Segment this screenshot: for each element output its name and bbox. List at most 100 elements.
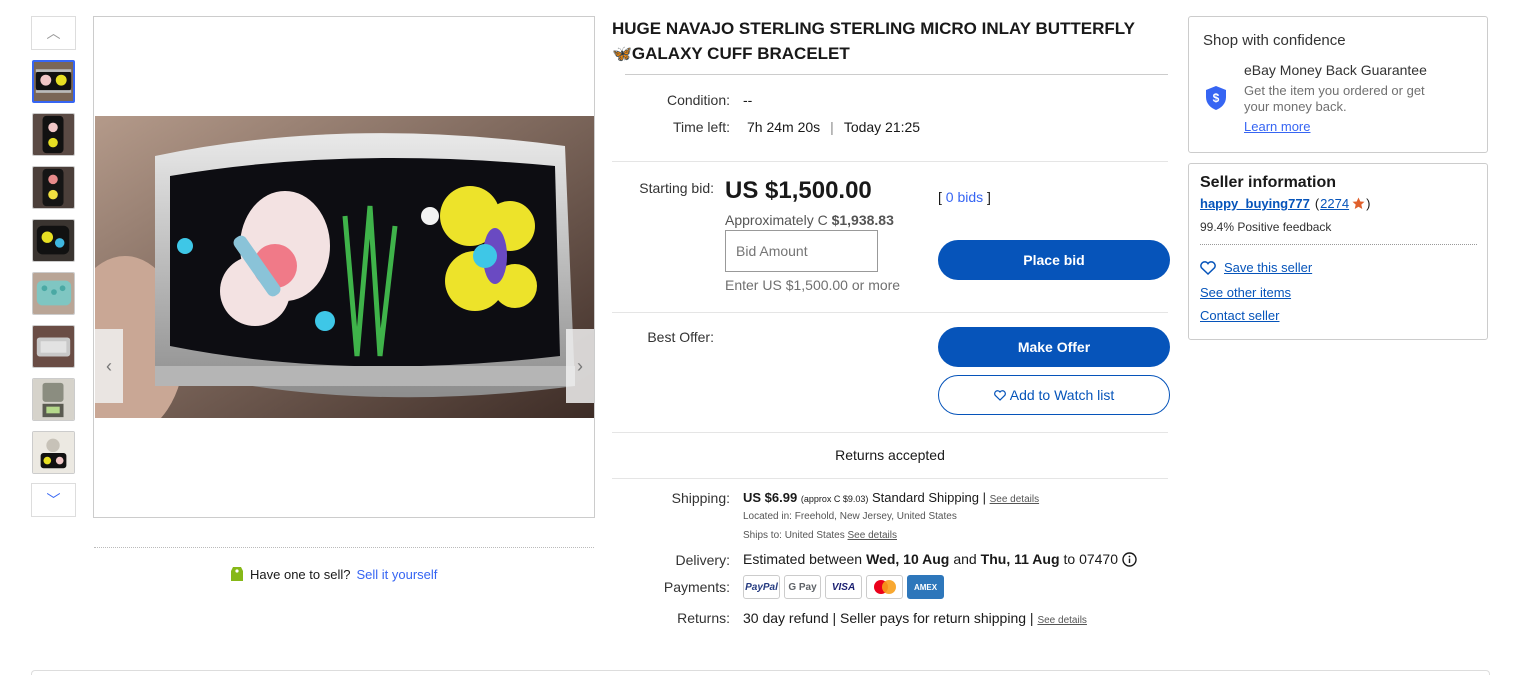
save-seller-row[interactable]: Save this seller: [1200, 260, 1312, 275]
delivery-row: Estimated between Wed, 10 Aug and Thu, 1…: [743, 551, 1137, 567]
thumbnail-7[interactable]: [32, 378, 75, 421]
thumbnail-3[interactable]: [32, 166, 75, 209]
bid-count-link[interactable]: 0 bids: [946, 189, 983, 205]
thumbnail-1[interactable]: [32, 60, 75, 103]
make-offer-button[interactable]: Make Offer: [938, 327, 1170, 367]
thumbnail-down-arrow[interactable]: ﹀: [31, 483, 76, 517]
thumbnail-2[interactable]: [32, 113, 75, 156]
product-photo[interactable]: ‹ ›: [95, 116, 594, 418]
feedback-score-link[interactable]: 2274: [1320, 196, 1349, 211]
bracelet-thumb-image: [33, 326, 74, 367]
sell-yourself-row: Have one to sell? Sell it yourself: [230, 565, 437, 583]
approx-label: Approximately C: [725, 212, 828, 228]
returns-label: Returns:: [677, 610, 730, 626]
shipping-see-details-link[interactable]: See details: [990, 494, 1039, 505]
bid-amount-input[interactable]: [725, 230, 878, 272]
bid-count: [ 0 bids ]: [938, 189, 991, 205]
thumbnail-5[interactable]: [32, 272, 75, 315]
section-divider: [612, 432, 1168, 433]
sell-question: Have one to sell?: [250, 566, 351, 582]
svg-text:$: $: [1213, 91, 1220, 105]
shop-with-confidence-card: Shop with confidence $ eBay Money Back G…: [1188, 16, 1488, 153]
item-location: Located in: Freehold, New Jersey, United…: [743, 511, 957, 522]
chevron-left-icon: ‹: [106, 355, 112, 376]
place-bid-button[interactable]: Place bid: [938, 240, 1170, 280]
bid-count-close: ]: [987, 189, 991, 205]
ships-to-see-details-link[interactable]: See details: [848, 530, 897, 541]
divider: [94, 547, 594, 548]
next-image-button[interactable]: ›: [566, 329, 594, 403]
thumbnail-8[interactable]: [32, 431, 75, 474]
info-icon[interactable]: [1122, 551, 1137, 567]
time-left-label: Time left:: [672, 119, 730, 135]
bracelet-thumb-image: [33, 273, 74, 314]
bracelet-thumb-image: [33, 167, 74, 208]
time-left-value: 7h 24m 20s: [747, 119, 821, 135]
delivery-start: Wed, 10 Aug: [866, 551, 950, 567]
returns-row: 30 day refund | Seller pays for return s…: [743, 610, 1087, 626]
thumbnail-6[interactable]: [32, 325, 75, 368]
section-divider: [612, 161, 1168, 162]
delivery-end: Thu, 11 Aug: [980, 551, 1060, 567]
returns-accepted: Returns accepted: [835, 447, 945, 463]
add-to-watchlist-button[interactable]: Add to Watch list: [938, 375, 1170, 415]
seller-divider: [1200, 244, 1477, 245]
thumbnail-up-arrow[interactable]: ︿: [31, 16, 76, 50]
shipping-label: Shipping:: [671, 490, 730, 506]
title-line-1: HUGE NAVAJO STERLING STERLING MICRO INLA…: [612, 19, 1135, 38]
delivery-label: Delivery:: [675, 552, 730, 568]
main-image-viewer[interactable]: ‹ ›: [93, 16, 595, 518]
item-title: HUGE NAVAJO STERLING STERLING MICRO INLA…: [612, 16, 1172, 67]
time-separator: |: [830, 119, 834, 135]
seller-info-title: Seller information: [1200, 174, 1337, 191]
see-other-items-link[interactable]: See other items: [1200, 285, 1291, 300]
condition-label: Condition:: [666, 92, 730, 108]
chevron-down-icon: ﹀: [46, 492, 61, 508]
starting-bid-label: Starting bid:: [639, 180, 714, 196]
shipping-method: Standard Shipping |: [872, 490, 986, 505]
shipping-price: US $6.99: [743, 490, 798, 505]
ships-to: Ships to: United States: [743, 530, 845, 541]
star-icon: [1352, 197, 1365, 209]
guarantee-line-1: Get the item you ordered or get: [1244, 83, 1425, 98]
title-line-2: GALAXY CUFF BRACELET: [631, 44, 850, 63]
bid-hint: Enter US $1,500.00 or more: [725, 277, 901, 293]
delivery-prefix: Estimated between: [743, 551, 863, 567]
learn-more-link[interactable]: Learn more: [1244, 119, 1310, 134]
google-pay-icon: G Pay: [784, 575, 821, 599]
amex-icon: AMEX: [907, 575, 944, 599]
visa-icon: VISA: [825, 575, 862, 599]
save-seller-link[interactable]: Save this seller: [1224, 260, 1312, 275]
delivery-and: and: [953, 551, 977, 567]
sell-it-yourself-link[interactable]: Sell it yourself: [356, 567, 437, 582]
shipping-approx: (approx C $9.03): [800, 494, 869, 504]
next-section-panel: [31, 670, 1490, 675]
contact-seller-link[interactable]: Contact seller: [1200, 308, 1279, 323]
paypal-icon: PayPal: [743, 575, 780, 599]
condition-value: --: [743, 92, 753, 108]
thumbnail-4[interactable]: [32, 219, 75, 262]
positive-feedback: 99.4% Positive feedback: [1200, 220, 1332, 234]
ships-to-row: Ships to: United States See details: [743, 530, 897, 541]
seller-name-row: happy_buying777 ( 2274 ): [1200, 196, 1370, 211]
prev-image-button[interactable]: ‹: [95, 329, 123, 403]
score-close: ): [1366, 196, 1371, 211]
chevron-right-icon: ›: [577, 355, 583, 376]
payments-label: Payments:: [663, 579, 730, 595]
bracelet-thumb-image: [33, 432, 74, 473]
approx-value: $1,938.83: [831, 212, 894, 228]
seller-information-card: Seller information happy_buying777 ( 227…: [1188, 163, 1488, 340]
bid-count-open: [: [938, 189, 942, 205]
heart-icon: [993, 389, 1006, 401]
chevron-up-icon: ︿: [46, 25, 61, 41]
section-divider: [612, 478, 1168, 479]
bracelet-thumb-image: [33, 114, 74, 155]
bracelet-thumb-image: [33, 379, 74, 420]
seller-name-link[interactable]: happy_buying777: [1200, 196, 1310, 211]
shield-icon: $: [1206, 86, 1226, 110]
approx-price-row: Approximately C $1,938.83: [725, 212, 894, 228]
mastercard-icon: [866, 575, 903, 599]
best-offer-label: Best Offer:: [647, 329, 714, 345]
returns-see-details-link[interactable]: See details: [1037, 615, 1086, 626]
time-left-row: 7h 24m 20s | Today 21:25: [747, 119, 920, 135]
